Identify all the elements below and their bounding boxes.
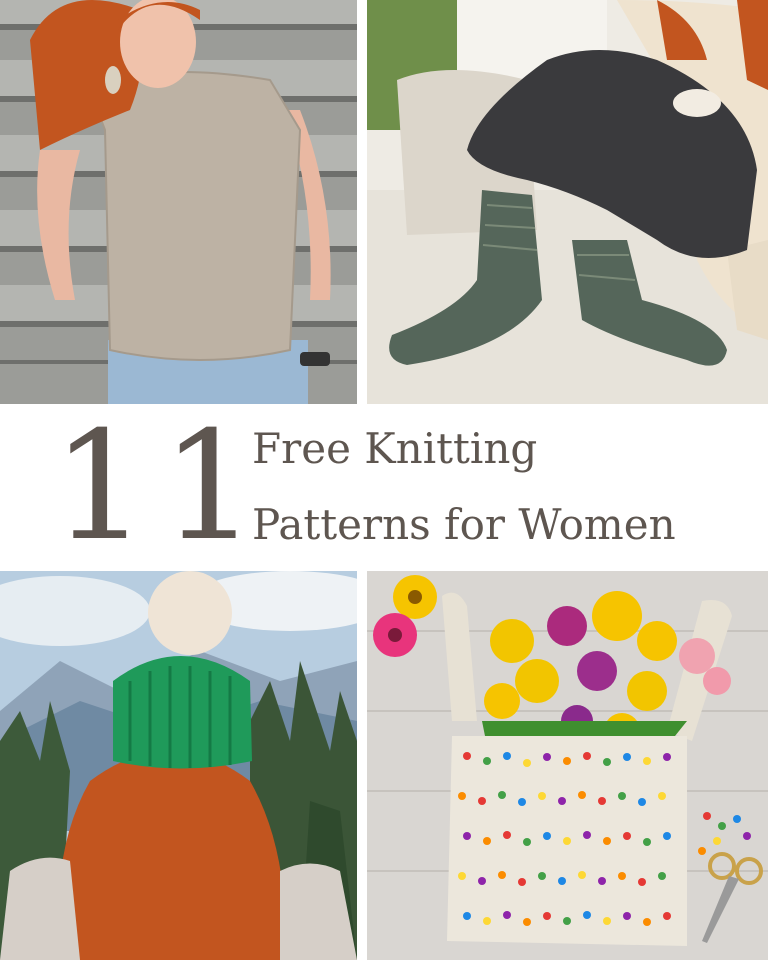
green-beanie-photo [0, 571, 357, 960]
pattern-count: 11 [52, 400, 271, 574]
knit-top-photo [0, 0, 357, 404]
knit-socks-photo [367, 0, 768, 404]
title-band: 11 Free Knitting Patterns for Women [0, 404, 768, 571]
title-line-2: Patterns for Women [252, 500, 676, 549]
title-line-1: Free Knitting [252, 424, 538, 473]
polka-dot-tote-photo [367, 571, 768, 960]
